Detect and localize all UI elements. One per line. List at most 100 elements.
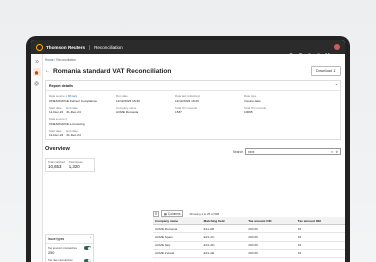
total-value: 10,653 [48, 164, 62, 169]
detail-value: 10095 [244, 110, 253, 114]
results-table: Company name Matching field Tax amount O… [153, 217, 345, 258]
detail-value: 11/12/2023 15:39 [116, 98, 140, 103]
search-input-value: xxxx [248, 149, 255, 154]
report-details-header[interactable]: Report details ˆ [46, 81, 340, 91]
total-value: 1,320 [68, 164, 80, 169]
app-screen: Thomson Reuters Reconciliation ? Home / … [31, 40, 345, 262]
detail-value: 11-Dec-24 [49, 110, 64, 114]
detail-label: Total ITC records [244, 105, 267, 110]
chevron-up-icon[interactable]: ˆ [336, 83, 337, 88]
table-settings-icon[interactable]: ☰ [153, 210, 159, 217]
detail-label: Company name [116, 105, 137, 110]
detail-label: End date [66, 105, 78, 110]
report-details-card: Report details ˆ Data source 1 Primary O… [45, 80, 341, 140]
column-header[interactable]: Tax amount OEI [295, 217, 345, 226]
search-icon[interactable]: ⚲ [336, 150, 338, 154]
column-header[interactable]: Company name [153, 217, 202, 226]
detail-spacer [175, 117, 244, 126]
detail-data-source-2: Data source 2 ONESOURCE e-Invoicing [49, 117, 116, 126]
title-row: ← Romania standard VAT Reconciliation Do… [45, 66, 341, 76]
column-header[interactable]: Tax amount OIC [246, 217, 296, 226]
table-cell: E41-AE [201, 249, 247, 258]
table-cell: ACME Romania [153, 224, 202, 234]
detail-label: End date [66, 128, 78, 133]
table-cell: E31-AD [201, 241, 247, 250]
detail-label: Start date [49, 105, 62, 110]
back-arrow-icon[interactable]: ← [45, 68, 50, 74]
table-cell: 16 [295, 232, 345, 242]
download-button[interactable]: Download ↧ [311, 66, 341, 76]
detail-label: Date type [244, 94, 257, 98]
chevron-up-icon[interactable]: ˆ [90, 237, 91, 241]
rail-home-icon[interactable] [32, 68, 41, 76]
detail-value: ONESOURCE Indirect Compliance [49, 98, 98, 103]
detail-label: Total ITC records [175, 105, 198, 110]
help-icon[interactable]: ? [298, 45, 303, 58]
columns-button-label: Columns [167, 211, 181, 216]
settings-gear-icon[interactable] [316, 45, 321, 58]
detail-company-name: Company name ACME Romania [116, 106, 175, 115]
laptop-frame: Thomson Reuters Reconciliation ? Home / … [26, 36, 350, 262]
apps-grid-icon[interactable] [325, 45, 330, 57]
table-toolbar: ☰ ▦ Columns Showing 1 to 25 of 998 [153, 210, 219, 217]
detail-value: Invoice date [244, 98, 261, 103]
detail-total-records-1: Total ITC records 1537 [175, 106, 244, 115]
table-row[interactable]: ACME Romania E11-AB 200.00 16 [153, 224, 345, 234]
app-name: Reconciliation [89, 44, 123, 50]
primary-badge: Primary [67, 95, 78, 98]
detail-run-date: Run date 11/12/2023 15:39 [116, 94, 175, 103]
breadcrumb-current: Reconciliation [56, 58, 77, 62]
table-cell: 200.00 [246, 241, 296, 250]
filter-toggle[interactable] [84, 246, 91, 250]
detail-label: Data source 1 [49, 94, 67, 98]
filter-count: 250 [48, 250, 55, 255]
table-header-row: Company name Matching field Tax amount O… [153, 217, 345, 226]
detail-date-type: Date type Invoice date [244, 94, 310, 103]
detail-label: Start date [49, 128, 62, 133]
detail-data-source-1: Data source 1 Primary ONESOURCE Indirect… [49, 94, 116, 103]
issue-types-header[interactable]: Issue types ˆ [46, 235, 93, 244]
table-cell: ACME Spain [153, 232, 202, 242]
detail-value: 31-Dec-24 [66, 133, 81, 137]
table-row[interactable]: ACME Italy E31-AD 200.00 16 [153, 241, 345, 250]
brand-name: Thomson Reuters [46, 44, 86, 50]
brand-logo-icon [36, 43, 43, 51]
table-row[interactable]: ACME Ireland E41-AE 200.00 16 [153, 249, 345, 258]
search-input[interactable]: xxxx ✕ ⚲ [245, 148, 341, 155]
filter-item-tax-rate: Tax rate mismatches [46, 257, 93, 262]
rail-collapse-icon[interactable] [33, 57, 41, 65]
top-bar-actions: ? [289, 44, 340, 58]
search-icon[interactable] [289, 45, 294, 58]
filter-label: Tax amount mismatches [48, 246, 77, 250]
table-cell: 16 [295, 241, 345, 250]
column-header[interactable]: Matching field [201, 217, 247, 226]
table-cell: E11-AB [201, 224, 247, 234]
table-cell: E21-AC [201, 232, 247, 242]
rail-settings-icon[interactable] [33, 79, 41, 87]
totals-box: Total matched 10,653 Total issues 1,320 [45, 158, 95, 172]
clear-search-icon[interactable]: ✕ [331, 150, 334, 154]
detail-label: Data source 2 [49, 117, 67, 121]
table-cell: 16 [295, 249, 345, 258]
columns-button[interactable]: ▦ Columns [161, 210, 184, 217]
user-avatar[interactable] [334, 44, 340, 50]
detail-label: Data last refreshed [175, 94, 200, 98]
filter-item-tax-amount: Tax amount mismatches 250 [46, 244, 93, 257]
report-details-grid: Data source 1 Primary ONESOURCE Indirect… [46, 91, 340, 139]
issue-types-heading: Issue types [48, 237, 65, 241]
side-rail [31, 54, 43, 262]
detail-last-refreshed: Data last refreshed 11/12/2024 16:29 [175, 94, 244, 103]
detail-spacer [116, 117, 175, 126]
showing-count: Showing 1 to 25 of 998 [189, 211, 220, 216]
table-cell: 200.00 [246, 249, 296, 258]
filter-toggle[interactable] [84, 258, 91, 262]
notification-bell-icon[interactable] [307, 45, 312, 57]
breadcrumb-home-link[interactable]: Home [45, 58, 54, 62]
detail-value: ONESOURCE e-Invoicing [49, 121, 85, 126]
detail-value: 11/12/2024 16:29 [175, 98, 199, 103]
table-row[interactable]: ACME Spain E21-AC 200.00 16 [153, 232, 345, 242]
download-button-label: Download [316, 69, 332, 73]
search-label: Search [232, 149, 243, 154]
detail-spacer [244, 117, 310, 126]
table-cell: 16 [295, 224, 345, 234]
